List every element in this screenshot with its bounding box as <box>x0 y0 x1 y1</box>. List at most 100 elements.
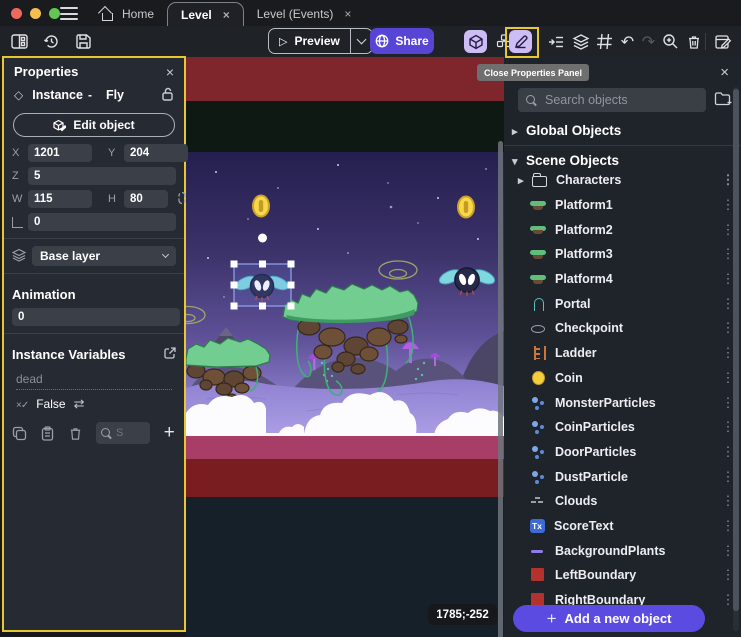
object-item-coinparticles[interactable]: CoinParticles <box>504 415 741 440</box>
toolbar: Preview Share <box>0 26 741 57</box>
object-item-backgroundplants[interactable]: BackgroundPlants <box>504 538 741 563</box>
zoom-in-icon[interactable] <box>659 30 682 53</box>
width-label: W <box>12 193 24 205</box>
platform-icon <box>530 246 546 262</box>
close-window-button[interactable] <box>11 8 22 19</box>
open-variables-editor-icon[interactable] <box>164 347 176 362</box>
width-field[interactable] <box>28 190 92 208</box>
boolean-type-icon <box>16 397 28 411</box>
properties-panel: Properties Instance - Fly Edit object X … <box>2 56 186 632</box>
history-icon[interactable] <box>40 30 63 53</box>
preview-dropdown-button[interactable] <box>350 29 372 53</box>
objects-search-input[interactable] <box>545 93 698 107</box>
toggle-boolean-icon[interactable] <box>74 396 85 412</box>
variable-value[interactable]: False <box>36 397 65 411</box>
rotation-handle[interactable] <box>258 234 267 243</box>
scene-vertical-scrollbar[interactable] <box>498 141 503 637</box>
object-item-scoretext[interactable]: ScoreText <box>504 514 741 539</box>
objects-list-icon[interactable] <box>544 30 567 53</box>
globe-icon <box>375 34 389 48</box>
expand-arrow-icon <box>512 123 526 138</box>
variables-search-input[interactable] <box>116 427 150 439</box>
object-item-platform3[interactable]: Platform3 <box>504 242 741 267</box>
preview-button[interactable]: Preview <box>268 28 373 54</box>
grid-icon[interactable] <box>593 30 616 53</box>
add-variable-button[interactable] <box>163 425 176 442</box>
tab-bar: Home Level Level (Events) <box>88 0 364 26</box>
animation-field[interactable] <box>12 308 180 326</box>
object-item-platform4[interactable]: Platform4 <box>504 267 741 292</box>
angle-icon <box>12 217 23 228</box>
edit-object-icon <box>53 119 66 132</box>
scene-canvas[interactable] <box>186 57 504 637</box>
menu-icon[interactable] <box>60 7 78 20</box>
object-item-platform1[interactable]: Platform1 <box>504 193 741 218</box>
cursor-coordinates-badge: 1785;-252 <box>428 604 497 625</box>
play-icon <box>279 35 287 48</box>
layer-select[interactable]: Base layer <box>32 246 176 266</box>
boundary-icon <box>530 567 546 583</box>
objects-panel: Objects Global Objects Scene Objects <box>504 57 741 637</box>
layers-icon[interactable] <box>569 30 592 53</box>
objects-scrollbar[interactable] <box>733 87 739 631</box>
object-item-clouds[interactable]: Clouds <box>504 489 741 514</box>
y-field[interactable] <box>124 144 188 162</box>
delete-variable-icon[interactable] <box>68 425 83 442</box>
object-folder-characters[interactable]: Characters <box>504 168 741 193</box>
undo-icon[interactable] <box>616 30 639 53</box>
add-new-object-button[interactable]: Add a new object <box>513 605 705 632</box>
clouds-icon <box>530 493 546 509</box>
object-item-checkpoint[interactable]: Checkpoint <box>504 316 741 341</box>
close-properties-icon[interactable] <box>166 64 174 80</box>
instance-object-name: Fly <box>106 88 124 102</box>
portal-icon <box>530 296 546 312</box>
edit-object-button[interactable]: Edit object <box>13 113 175 137</box>
object-item-monsterparticles[interactable]: MonsterParticles <box>504 390 741 415</box>
instance-type: Instance <box>32 88 83 102</box>
add-folder-icon[interactable] <box>714 91 733 110</box>
height-label: H <box>108 193 120 205</box>
coin-sprite[interactable] <box>253 196 269 217</box>
selection-box <box>231 234 295 310</box>
object-item-ladder[interactable]: Ladder <box>504 341 741 366</box>
trash-icon[interactable] <box>682 30 705 53</box>
tab-home[interactable]: Home <box>88 2 167 26</box>
minimize-window-button[interactable] <box>30 8 41 19</box>
3d-view-icon[interactable] <box>464 30 487 53</box>
panels-layout-icon[interactable] <box>8 30 31 53</box>
copy-icon[interactable] <box>12 425 27 442</box>
fly-sprite[interactable] <box>437 267 496 296</box>
save-icon[interactable] <box>72 30 95 53</box>
redo-icon[interactable] <box>637 30 660 53</box>
app-window: Home Level Level (Events) <box>0 0 741 637</box>
plus-icon <box>547 609 557 629</box>
maximize-window-button[interactable] <box>49 8 60 19</box>
tab-level[interactable]: Level <box>167 2 244 26</box>
close-tab-icon[interactable] <box>223 9 230 21</box>
close-objects-panel-icon[interactable] <box>720 64 729 81</box>
scene-notes-icon[interactable] <box>711 30 734 53</box>
z-field[interactable] <box>28 167 176 185</box>
edit-scene-pencil-icon[interactable] <box>509 30 532 53</box>
x-field[interactable] <box>28 144 92 162</box>
coin-sprite[interactable] <box>458 197 474 218</box>
tab-level-events[interactable]: Level (Events) <box>244 2 365 26</box>
height-field[interactable] <box>124 190 168 208</box>
close-tab-icon[interactable] <box>344 8 351 20</box>
paste-icon[interactable] <box>40 425 55 442</box>
object-item-portal[interactable]: Portal <box>504 291 741 316</box>
variable-name[interactable]: dead <box>16 372 172 390</box>
lock-ratio-icon[interactable] <box>176 191 188 208</box>
folder-icon <box>532 176 547 187</box>
variables-search[interactable] <box>96 422 150 444</box>
object-item-leftboundary[interactable]: LeftBoundary <box>504 563 741 588</box>
object-item-dustparticle[interactable]: DustParticle <box>504 464 741 489</box>
unlock-icon[interactable] <box>161 87 174 104</box>
group-global-objects[interactable]: Global Objects <box>504 118 741 143</box>
share-button[interactable]: Share <box>370 28 434 54</box>
tab-level-events-label: Level (Events) <box>257 7 334 21</box>
object-item-doorparticles[interactable]: DoorParticles <box>504 440 741 465</box>
object-item-platform2[interactable]: Platform2 <box>504 217 741 242</box>
angle-field[interactable] <box>28 213 176 231</box>
object-item-coin[interactable]: Coin <box>504 366 741 391</box>
